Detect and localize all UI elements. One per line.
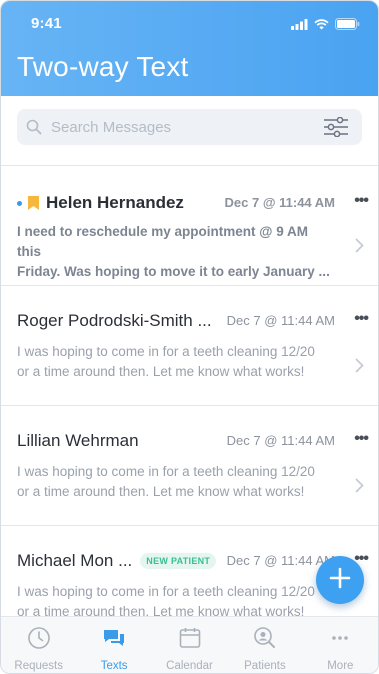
bottom-tab-bar: Requests Texts Calendar Patients More [1, 616, 378, 673]
more-options-icon[interactable]: ••• [354, 310, 369, 328]
search-bar-container [1, 96, 378, 145]
chevron-right-icon [355, 358, 364, 378]
more-options-icon[interactable]: ••• [354, 430, 369, 448]
message-preview: I was hoping to come in for a teeth clea… [17, 342, 335, 382]
app-header: 9:41 Two-way Text [1, 1, 378, 96]
search-input[interactable] [49, 117, 303, 137]
tab-more[interactable]: More [303, 617, 378, 673]
message-date: Dec 7 @ 11:44 AM [226, 313, 335, 328]
contact-name: Lillian Wehrman [17, 431, 139, 450]
tab-requests[interactable]: Requests [1, 617, 76, 673]
tab-label: More [327, 660, 354, 672]
app-screen: 9:41 Two-way Text Search Messages Helen … [0, 0, 379, 674]
chat-icon [102, 626, 126, 655]
wifi-icon [314, 17, 329, 35]
status-time: 9:41 [31, 15, 62, 32]
patient-search-icon [253, 626, 277, 655]
preview-line: Friday. Was hoping to move it to early J… [17, 264, 330, 279]
tab-label: Texts [100, 660, 128, 672]
preview-line: I was hoping to come in for a teeth clea… [17, 464, 315, 479]
chevron-right-icon [355, 238, 364, 258]
message-row[interactable]: Helen Hernandez Dec 7 @ 11:44 AM ••• I n… [1, 166, 378, 286]
status-icons [291, 17, 360, 35]
tab-label: Requests [14, 660, 63, 672]
search-bar[interactable] [17, 109, 362, 145]
tab-label: Patients [244, 660, 286, 672]
page-title: Two-way Text [17, 51, 189, 82]
chevron-right-icon [355, 478, 364, 498]
status-bar: 9:41 [1, 15, 378, 35]
search-icon [26, 119, 42, 135]
message-row[interactable]: Lillian Wehrman Dec 7 @ 11:44 AM ••• I w… [1, 406, 378, 526]
plus-icon [329, 567, 351, 594]
message-header: Lillian Wehrman Dec 7 @ 11:44 AM ••• [17, 430, 369, 452]
contact-name: Helen Hernandez [46, 193, 184, 212]
message-row[interactable]: Roger Podrodski-Smith ... Dec 7 @ 11:44 … [1, 286, 378, 406]
message-date: Dec 7 @ 11:44 AM [226, 553, 335, 568]
tab-label: Calendar [166, 660, 213, 672]
message-header: Helen Hernandez Dec 7 @ 11:44 AM ••• [17, 192, 369, 214]
preview-line: I was hoping to come in for a teeth clea… [17, 344, 315, 359]
message-preview: I need to reschedule my appointment @ 9 … [17, 222, 335, 282]
preview-line: or a time around then. Let me know what … [17, 364, 305, 379]
preview-line: or a time around then. Let me know what … [17, 484, 305, 499]
preview-line: I need to reschedule my appointment @ 9 … [17, 224, 308, 259]
clock-icon [27, 626, 51, 655]
new-patient-badge: NEW PATIENT [140, 553, 217, 569]
message-date: Dec 7 @ 11:44 AM [226, 433, 335, 448]
message-header: Roger Podrodski-Smith ... Dec 7 @ 11:44 … [17, 310, 369, 332]
tab-texts[interactable]: Texts [76, 617, 151, 673]
message-preview: I was hoping to come in for a teeth clea… [17, 462, 335, 502]
signal-icon [291, 17, 308, 35]
filter-sliders-icon[interactable] [323, 117, 349, 137]
unread-dot [17, 200, 22, 206]
more-options-icon[interactable]: ••• [354, 192, 369, 210]
contact-name: Michael Mon ... [17, 551, 133, 570]
message-header: Michael Mon ... NEW PATIENT Dec 7 @ 11:4… [17, 550, 369, 572]
contact-name: Roger Podrodski-Smith ... [17, 311, 212, 330]
preview-line: I was hoping to come in for a teeth clea… [17, 584, 315, 599]
battery-icon [335, 17, 360, 35]
tab-calendar[interactable]: Calendar [152, 617, 227, 673]
more-dots-icon [328, 626, 352, 655]
message-date: Dec 7 @ 11:44 AM [224, 195, 335, 210]
new-message-button[interactable] [316, 556, 364, 604]
calendar-icon [178, 626, 202, 655]
tab-patients[interactable]: Patients [227, 617, 302, 673]
bookmark-flag-icon [28, 196, 39, 210]
